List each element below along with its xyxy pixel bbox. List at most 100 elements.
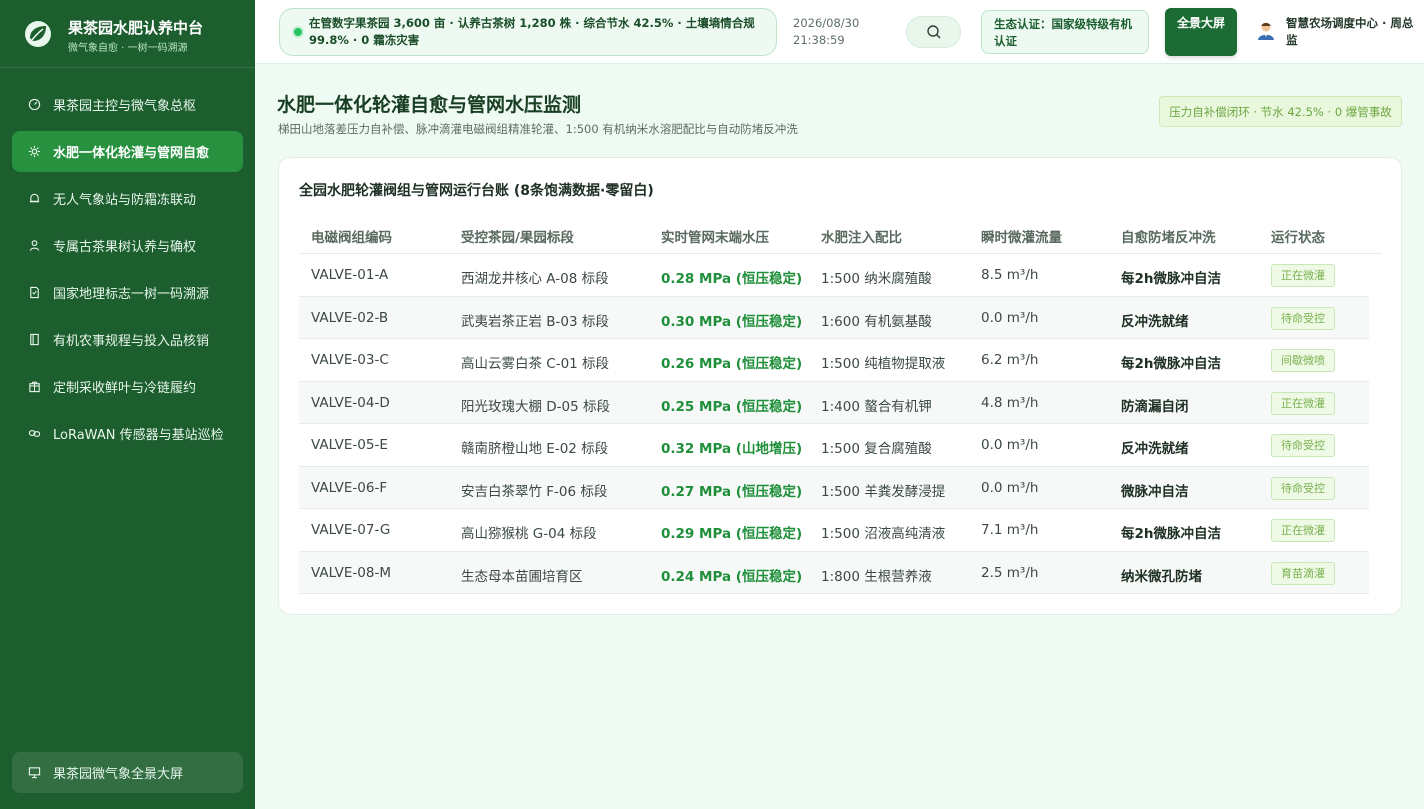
sidebar-item-irrigation[interactable]: 水肥一体化轮灌与管网自愈 xyxy=(12,131,243,172)
bigscreen-button[interactable]: 全景大屏 xyxy=(1165,8,1237,56)
sidebar-nav: 果茶园主控与微气象总枢 水肥一体化轮灌与管网自愈 无人气象站与防霜冻联动 专属古… xyxy=(12,84,243,460)
table-row[interactable]: VALVE-02-B 武夷岩茶正岩 B-03 标段 0.30 MPa (恒压稳定… xyxy=(299,296,1369,339)
table-row[interactable]: VALVE-03-C 高山云雾白茶 C-01 标段 0.26 MPa (恒压稳定… xyxy=(299,339,1369,382)
status-badge: 待命受控 xyxy=(1271,306,1335,330)
section-name: 生态母本苗圃培育区 xyxy=(461,568,583,585)
flow-value: 7.1 m³/h xyxy=(981,522,1039,538)
pressure-value: 0.32 MPa (山地增压) xyxy=(661,441,803,457)
flush-mode: 反冲洗就绪 xyxy=(1121,441,1189,457)
flow-value: 4.8 m³/h xyxy=(981,394,1039,411)
pressure-value: 0.30 MPa (恒压稳定) xyxy=(661,313,803,330)
sidebar: 果茶园水肥认养中台 微气象自愈 · 一树一码溯源 果茶园主控与微气象总枢 水肥一… xyxy=(0,0,255,809)
certification-badge: 生态认证：国家级特级有机认证 xyxy=(981,10,1149,54)
bell-icon xyxy=(28,192,41,205)
monitor-icon xyxy=(28,766,41,779)
brand: 果茶园水肥认养中台 微气象自愈 · 一树一码溯源 xyxy=(0,0,255,68)
column-header: 电磁阀组编码 xyxy=(311,230,392,246)
ratio-value: 1:800 生根营养液 xyxy=(821,568,932,585)
user-name: 智慧农场调度中心 · 周总监 xyxy=(1286,16,1414,47)
pressure-value: 0.26 MPa (恒压稳定) xyxy=(661,356,803,372)
datetime: 2026/08/30 21:38:59 xyxy=(793,15,859,49)
ratio-value: 1:500 羊粪发酵浸提 xyxy=(821,483,946,500)
top-header: 在管数字果茶园 3,600 亩 · 认养古茶树 1,280 株 · 综合节水 4… xyxy=(255,0,1424,64)
flow-value: 0.0 m³/h xyxy=(981,437,1039,453)
sidebar-bigscreen-link[interactable]: 果茶园微气象全景大屏 xyxy=(12,752,243,793)
valve-code: VALVE-03-C xyxy=(311,352,389,368)
sidebar-item-dashboard[interactable]: 果茶园主控与微气象总枢 xyxy=(12,84,243,125)
sidebar-item-label: 专属古茶果树认养与确权 xyxy=(53,240,197,255)
search-icon xyxy=(926,25,940,39)
table-row[interactable]: VALVE-01-A 西湖龙井核心 A-08 标段 0.28 MPa (恒压稳定… xyxy=(299,254,1369,297)
flush-mode: 每2h微脉冲自洁 xyxy=(1121,526,1222,542)
link-icon xyxy=(28,427,41,440)
date-text: 2026/08/30 xyxy=(793,16,860,30)
document-icon xyxy=(28,286,41,299)
status-badge: 育苗滴灌 xyxy=(1271,561,1335,585)
column-header: 实时管网末端水压 xyxy=(661,230,769,246)
flush-mode: 每2h微脉冲自洁 xyxy=(1121,356,1222,372)
valve-table: 电磁阀组编码 受控茶园/果园标段 实时管网末端水压 水肥注入配比 瞬时微灌流量 … xyxy=(299,215,1382,594)
sidebar-item-adoption[interactable]: 专属古茶果树认养与确权 xyxy=(12,225,243,266)
flush-mode: 防滴漏自闭 xyxy=(1121,398,1189,415)
ticker-text: 在管数字果茶园 3,600 亩 · 认养古茶树 1,280 株 · 综合节水 4… xyxy=(309,16,755,47)
valve-code: VALVE-02-B xyxy=(311,309,389,326)
sidebar-item-weather[interactable]: 无人气象站与防霜冻联动 xyxy=(12,178,243,219)
pressure-value: 0.29 MPa (恒压稳定) xyxy=(661,526,803,542)
page-title: 水肥一体化轮灌自愈与管网水压监测 xyxy=(277,94,582,116)
flow-value: 8.5 m³/h xyxy=(981,267,1039,283)
column-header: 受控茶园/果园标段 xyxy=(461,230,574,246)
time-text: 21:38:59 xyxy=(793,33,845,47)
status-badge: 正在微灌 xyxy=(1271,519,1335,542)
sidebar-item-label: 果茶园主控与微气象总枢 xyxy=(53,99,197,114)
status-badge: 正在微灌 xyxy=(1271,264,1335,287)
valve-code: VALVE-01-A xyxy=(311,267,389,283)
section-name: 安吉白茶翠竹 F-06 标段 xyxy=(461,483,608,500)
ratio-value: 1:500 沼液高纯清液 xyxy=(821,526,946,542)
column-header: 自愈防堵反冲洗 xyxy=(1121,230,1216,246)
book-icon xyxy=(28,333,41,346)
user-menu[interactable]: 智慧农场调度中心 · 周总监 xyxy=(1255,14,1415,50)
status-badge: 间歇微喷 xyxy=(1271,349,1335,372)
column-header: 瞬时微灌流量 xyxy=(981,230,1062,246)
ratio-value: 1:400 螯合有机钾 xyxy=(821,398,932,415)
column-header: 水肥注入配比 xyxy=(821,230,902,246)
flush-mode: 纳米微孔防堵 xyxy=(1121,568,1202,585)
flow-value: 2.5 m³/h xyxy=(981,564,1039,581)
table-row[interactable]: VALVE-04-D 阳光玫瑰大棚 D-05 标段 0.25 MPa (恒压稳定… xyxy=(299,381,1369,424)
pressure-value: 0.28 MPa (恒压稳定) xyxy=(661,271,803,287)
status-ticker: 在管数字果茶园 3,600 亩 · 认养古茶树 1,280 株 · 综合节水 4… xyxy=(279,8,777,56)
valve-ledger-card: 全园水肥轮灌阀组与管网运行台账 (8条饱满数据·零留白) 电磁阀组编码 受控茶园… xyxy=(278,157,1402,615)
sidebar-item-farming-rules[interactable]: 有机农事规程与投入品核销 xyxy=(12,319,243,360)
sidebar-item-label: 国家地理标志一树一码溯源 xyxy=(53,287,210,302)
table-row[interactable]: VALVE-07-G 高山猕猴桃 G-04 标段 0.29 MPa (恒压稳定)… xyxy=(299,509,1369,552)
section-name: 高山猕猴桃 G-04 标段 xyxy=(461,526,597,542)
user-icon xyxy=(28,239,41,252)
search-button[interactable] xyxy=(906,16,961,48)
table-row[interactable]: VALVE-05-E 赣南脐橙山地 E-02 标段 0.32 MPa (山地增压… xyxy=(299,424,1369,467)
section-name: 阳光玫瑰大棚 D-05 标段 xyxy=(461,398,611,415)
sidebar-item-lorawan[interactable]: LoRaWAN 传感器与基站巡检 xyxy=(12,413,243,454)
flow-value: 0.0 m³/h xyxy=(981,309,1039,326)
flush-mode: 反冲洗就绪 xyxy=(1121,313,1189,330)
sidebar-item-traceability[interactable]: 国家地理标志一树一码溯源 xyxy=(12,272,243,313)
section-name: 高山云雾白茶 C-01 标段 xyxy=(461,356,610,372)
table-row[interactable]: VALVE-06-F 安吉白茶翠竹 F-06 标段 0.27 MPa (恒压稳定… xyxy=(299,466,1369,509)
dashboard-icon xyxy=(28,98,41,111)
live-indicator-dot xyxy=(294,28,302,36)
sidebar-item-harvest[interactable]: 定制采收鲜叶与冷链履约 xyxy=(12,366,243,407)
table-row[interactable]: VALVE-08-M 生态母本苗圃培育区 0.24 MPa (恒压稳定) 1:8… xyxy=(299,551,1369,594)
sidebar-item-label: 有机农事规程与投入品核销 xyxy=(53,334,210,349)
package-icon xyxy=(28,380,41,393)
sidebar-item-label: 水肥一体化轮灌与管网自愈 xyxy=(53,146,210,161)
brand-title: 果茶园水肥认养中台 xyxy=(68,19,204,37)
sidebar-item-label: 定制采收鲜叶与冷链履约 xyxy=(53,381,197,396)
pressure-value: 0.25 MPa (恒压稳定) xyxy=(661,398,803,415)
ratio-value: 1:600 有机氨基酸 xyxy=(821,313,932,330)
table-header: 电磁阀组编码 受控茶园/果园标段 实时管网末端水压 水肥注入配比 瞬时微灌流量 … xyxy=(299,215,1382,254)
ratio-value: 1:500 纯植物提取液 xyxy=(821,356,946,372)
ratio-value: 1:500 纳米腐殖酸 xyxy=(821,271,932,287)
section-name: 西湖龙井核心 A-08 标段 xyxy=(461,271,609,287)
ratio-value: 1:500 复合腐殖酸 xyxy=(821,441,932,457)
flow-value: 0.0 m³/h xyxy=(981,479,1039,496)
leaf-icon xyxy=(25,21,51,47)
